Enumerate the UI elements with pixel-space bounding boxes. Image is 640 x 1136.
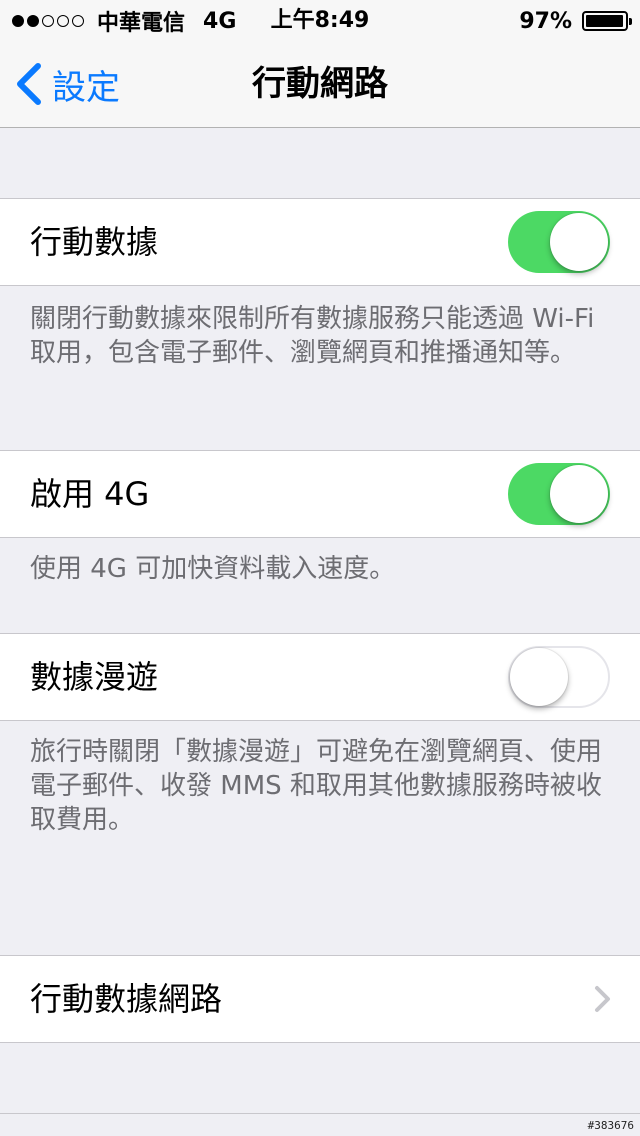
status-right: 97% [519, 6, 632, 36]
enable-4g-toggle[interactable] [508, 463, 610, 525]
battery-icon [582, 11, 632, 31]
enable-4g-note: 使用 4G 可加快資料載入速度。 [30, 554, 396, 584]
cellular-data-toggle[interactable] [508, 211, 610, 273]
battery-percent: 97% [519, 8, 572, 34]
data-roaming-note: 旅行時關閉「數據漫遊」可避免在瀏覽網頁、使用電子郵件、收發 MMS 和取用其他數… [30, 737, 603, 835]
toggle-knob [550, 465, 608, 523]
navigation-bar: 行動網路 設定 [0, 40, 640, 128]
settings-screen: 中華電信 4G 上午8:49 97% 行動網路 設定 行動數據 關閉行動數據來限… [0, 0, 640, 1136]
cell-label: 行動數據網路 [30, 980, 223, 1018]
cellular-data-note: 關閉行動數據來限制所有數據服務只能透過 Wi-Fi 取用，包含電子郵件、瀏覽網頁… [30, 304, 595, 368]
data-roaming-toggle[interactable] [508, 646, 610, 708]
cell-cellular-data: 行動數據 [0, 198, 640, 286]
cell-enable-4g: 啟用 4G [0, 450, 640, 538]
back-button[interactable]: 設定 [14, 58, 120, 110]
cell-label: 啟用 4G [30, 475, 150, 513]
toggle-knob [550, 213, 608, 271]
cell-data-roaming: 數據漫遊 [0, 633, 640, 721]
cell-cellular-data-network[interactable]: 行動數據網路 [0, 955, 640, 1043]
chevron-left-icon [17, 63, 41, 105]
chevron-right-icon [595, 986, 610, 1012]
watermark: #383676 [587, 1119, 634, 1132]
cell-label: 數據漫遊 [30, 658, 159, 696]
bottom-divider [0, 1113, 640, 1114]
toggle-knob [510, 648, 568, 706]
battery-fill [586, 15, 623, 27]
back-button-label: 設定 [52, 67, 120, 108]
cell-label: 行動數據 [30, 223, 159, 261]
status-bar: 中華電信 4G 上午8:49 97% [0, 0, 640, 40]
